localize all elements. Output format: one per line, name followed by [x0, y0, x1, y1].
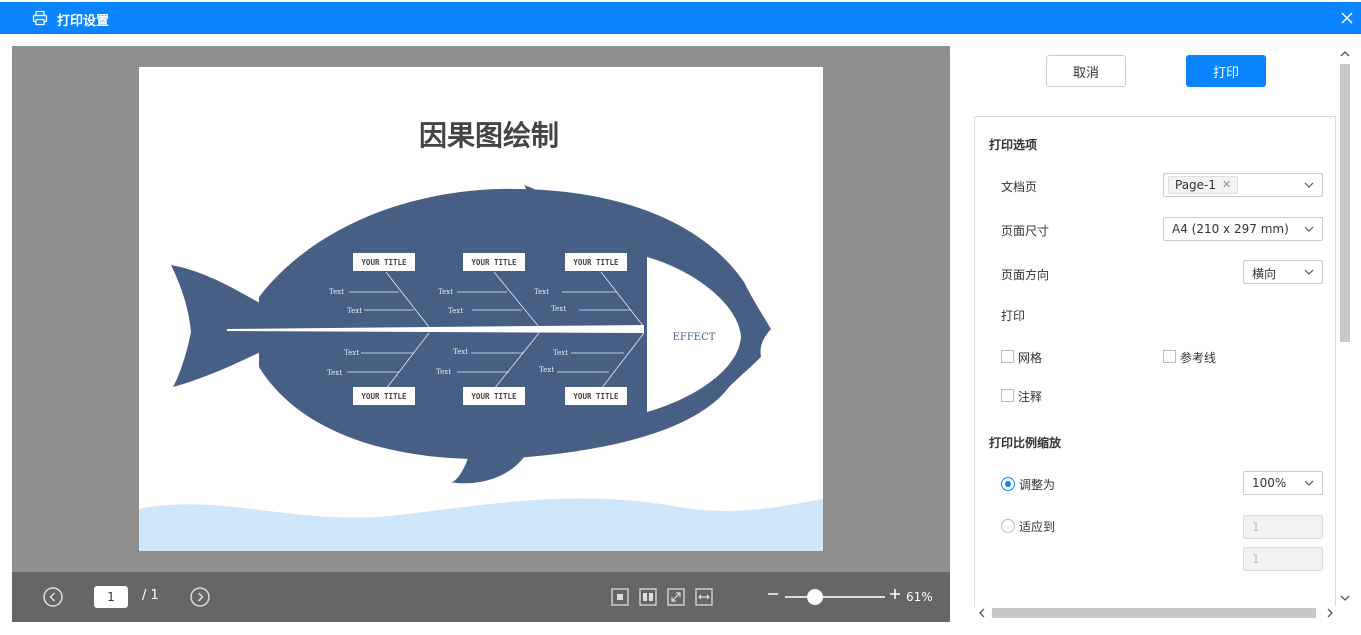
bone-text: Text [453, 348, 468, 356]
fit-to-radio[interactable] [1001, 519, 1015, 533]
fit-width-icon[interactable] [695, 588, 713, 606]
horizontal-scrollbar[interactable] [974, 606, 1338, 620]
dialog-titlebar: 打印设置 [0, 2, 1361, 34]
page-number-input[interactable]: 1 [94, 586, 128, 608]
chevron-down-icon [1304, 226, 1314, 232]
orientation-label: 页面方向 [1001, 268, 1050, 282]
notes-label: 注释 [1018, 390, 1043, 404]
print-button[interactable]: 打印 [1186, 55, 1266, 87]
title-box-label: YOUR TITLE [573, 392, 619, 401]
dialog-title: 打印设置 [57, 14, 110, 29]
page-size-select[interactable]: A4 (210 x 297 mm) [1163, 217, 1323, 241]
fishbone-diagram: 因果图绘制 EFFECT Text Text Text Text Text Te… [139, 119, 823, 551]
grid-checkbox[interactable] [1001, 350, 1014, 363]
print-label: 打印 [1001, 309, 1026, 323]
doc-pages-select[interactable]: Page-1 ✕ [1163, 173, 1323, 197]
close-icon[interactable] [1339, 10, 1355, 26]
adjust-percent-value: 100% [1252, 476, 1287, 490]
title-box-label: YOUR TITLE [361, 392, 407, 401]
bone-text: Text [534, 288, 549, 296]
bone-text: Text [448, 307, 463, 315]
vertical-scroll-thumb[interactable] [1340, 64, 1350, 342]
next-page-icon[interactable] [190, 587, 210, 607]
scale-heading: 打印比例缩放 [989, 436, 1062, 450]
water-wave [139, 498, 823, 551]
title-box-label: YOUR TITLE [361, 258, 407, 267]
bone-text: Text [539, 366, 554, 374]
print-options-heading: 打印选项 [989, 138, 1038, 152]
fit-to-label: 适应到 [1019, 520, 1056, 534]
orientation-value: 横向 [1252, 267, 1277, 281]
doc-page-tag: Page-1 ✕ [1168, 176, 1239, 194]
guides-checkbox[interactable] [1163, 350, 1176, 363]
chevron-down-icon [1304, 269, 1314, 275]
orientation-select[interactable]: 横向 [1243, 260, 1323, 284]
scroll-left-icon[interactable] [978, 608, 986, 618]
bone-text: Text [551, 305, 566, 313]
adjust-radio[interactable] [1001, 477, 1015, 491]
vertical-scrollbar[interactable] [1338, 46, 1354, 606]
horizontal-scroll-thumb[interactable] [992, 608, 1316, 618]
adjust-label: 调整为 [1019, 478, 1056, 492]
bone-text: Text [347, 307, 362, 315]
adjust-percent-select[interactable]: 100% [1243, 471, 1323, 495]
zoom-slider-handle[interactable] [807, 589, 823, 605]
zoom-percentage: 61% [906, 590, 933, 604]
fish-tail [171, 265, 267, 387]
diagram-title: 因果图绘制 [419, 119, 559, 152]
bone-text: Text [438, 288, 453, 296]
scroll-right-icon[interactable] [1326, 608, 1334, 618]
bone-text: Text [327, 369, 342, 377]
zoom-slider[interactable] [785, 596, 885, 598]
fit-width-input[interactable]: 1 [1243, 515, 1323, 539]
zoom-in-icon[interactable] [888, 587, 902, 601]
options-panel: 打印选项 文档页 Page-1 ✕ 页面尺寸 A4 (210 x 297 mm)… [974, 116, 1336, 606]
fit-page-icon[interactable] [667, 588, 685, 606]
chevron-down-icon [1304, 182, 1314, 188]
scroll-up-icon[interactable] [1340, 50, 1350, 58]
bone-text: Text [436, 368, 451, 376]
chevron-down-icon [1304, 480, 1314, 486]
effect-label: EFFECT [673, 332, 716, 343]
remove-tag-icon[interactable]: ✕ [1222, 177, 1231, 193]
notes-checkbox[interactable] [1001, 389, 1014, 402]
page-size-value: A4 (210 x 297 mm) [1172, 222, 1289, 236]
page-total: / 1 [142, 588, 159, 603]
fish-fin-bottom [449, 455, 524, 484]
title-box-label: YOUR TITLE [471, 392, 517, 401]
single-page-view-icon[interactable] [611, 588, 629, 606]
title-box-label: YOUR TITLE [573, 258, 619, 267]
page-size-label: 页面尺寸 [1001, 224, 1050, 238]
cancel-button[interactable]: 取消 [1046, 55, 1126, 87]
zoom-out-icon[interactable] [766, 587, 780, 601]
doc-page-tag-label: Page-1 [1175, 178, 1217, 192]
grid-label: 网格 [1018, 351, 1043, 365]
prev-page-icon[interactable] [43, 587, 63, 607]
two-page-view-icon[interactable] [639, 588, 657, 606]
printer-icon [32, 10, 48, 26]
title-box-label: YOUR TITLE [471, 258, 517, 267]
bone-text: Text [329, 288, 344, 296]
preview-toolbar: 1 / 1 61% [12, 572, 950, 622]
scroll-down-icon[interactable] [1340, 594, 1350, 602]
fit-height-input[interactable]: 1 [1243, 547, 1323, 571]
print-preview: 因果图绘制 EFFECT Text Text Text Text Text Te… [12, 46, 950, 572]
doc-pages-label: 文档页 [1001, 180, 1038, 194]
bone-text: Text [553, 349, 568, 357]
bone-text: Text [344, 349, 359, 357]
guides-label: 参考线 [1180, 351, 1217, 365]
preview-page: 因果图绘制 EFFECT Text Text Text Text Text Te… [139, 67, 823, 551]
